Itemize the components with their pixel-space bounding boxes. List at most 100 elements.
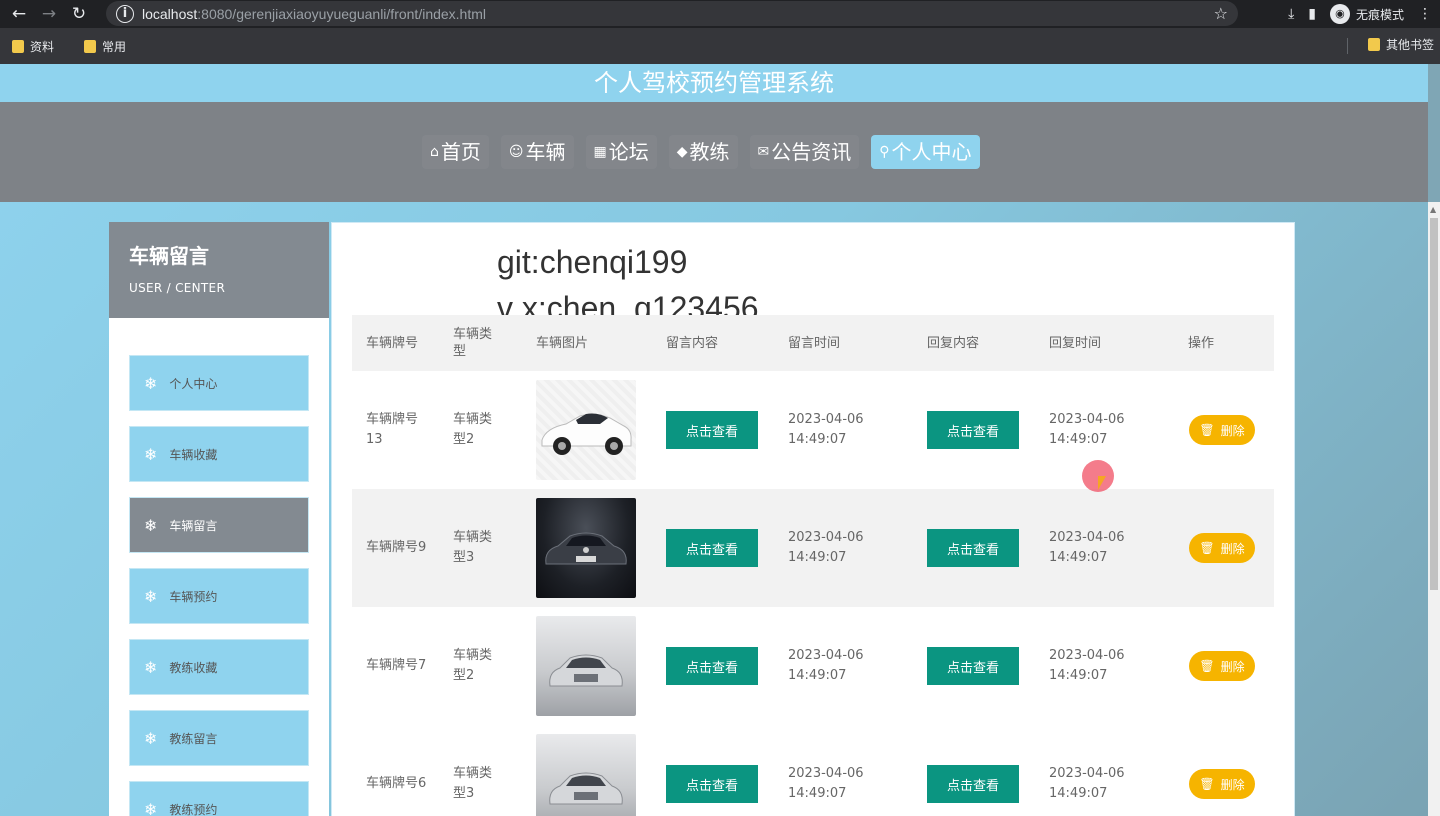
car-icon: ☺ — [508, 144, 524, 160]
type-cell: 车辆类型2 — [453, 648, 493, 683]
sidebar-title: 车辆留言 — [129, 244, 209, 268]
sidebar-item-label: 车辆收藏 — [169, 447, 218, 462]
snowflake-icon: ❄ — [144, 373, 158, 393]
delete-button[interactable]: 🗑 删除 — [1189, 415, 1255, 445]
reply-time-cell: 2023-04-06 14:49:07 — [1049, 530, 1125, 565]
sidebar-item-car-favorites[interactable]: ❄ 车辆收藏 — [129, 426, 309, 482]
nav-label: 首页 — [440, 140, 481, 164]
delete-button[interactable]: 🗑 删除 — [1189, 651, 1255, 681]
message-time-cell: 2023-04-06 14:49:07 — [788, 648, 864, 683]
trash-icon: 🗑 — [1199, 541, 1215, 555]
column-header: 留言内容 — [666, 335, 719, 351]
snowflake-icon: ❄ — [144, 444, 158, 464]
bookmarks-divider — [1347, 38, 1348, 54]
sidebar-item-coach-booking[interactable]: ❄ 教练预约 — [129, 781, 309, 816]
scroll-up-icon[interactable]: ▲ — [1430, 205, 1436, 214]
delete-button[interactable]: 🗑 删除 — [1189, 769, 1255, 799]
sidebar-item-car-messages[interactable]: ❄ 车辆留言 — [129, 497, 309, 553]
nav-user-center[interactable]: ⚲ 个人中心 — [871, 135, 980, 169]
reply-time-cell: 2023-04-06 14:49:07 — [1049, 766, 1125, 801]
sidebar-item-label: 教练留言 — [169, 731, 218, 746]
plate-cell: 车辆牌号6 — [366, 776, 427, 791]
folder-icon — [84, 39, 97, 53]
sidebar-item-coach-messages[interactable]: ❄ 教练留言 — [129, 710, 309, 766]
bookmark-star-icon[interactable]: ☆ — [1214, 4, 1228, 23]
user-icon: ⚲ — [879, 144, 890, 160]
sidebar-item-label: 教练预约 — [169, 802, 218, 816]
trash-icon: 🗑 — [1199, 777, 1215, 791]
snowflake-icon: ❄ — [144, 799, 158, 816]
plate-cell: 车辆牌号9 — [366, 540, 427, 555]
sidebar-header: 车辆留言 USER / CENTER — [109, 222, 329, 318]
view-reply-button[interactable]: 点击查看 — [927, 529, 1019, 567]
download-icon[interactable]: ⤓ — [1288, 6, 1294, 22]
sidepanel-icon[interactable]: ▮ — [1308, 6, 1316, 22]
snowflake-icon: ❄ — [144, 515, 158, 535]
bookmark-folder-ziliao[interactable]: 资料 — [12, 38, 54, 55]
sidebar-item-label: 教练收藏 — [169, 660, 218, 675]
type-cell: 车辆类型2 — [453, 412, 493, 447]
plate-cell: 车辆牌号7 — [366, 658, 427, 673]
nav-car[interactable]: ☺ 车辆 — [500, 135, 574, 169]
nav-coach[interactable]: ◆ 教练 — [668, 135, 738, 169]
reload-icon[interactable]: ↻ — [68, 4, 90, 24]
view-reply-button[interactable]: 点击查看 — [927, 411, 1019, 449]
view-message-button[interactable]: 点击查看 — [666, 411, 758, 449]
view-message-button[interactable]: 点击查看 — [666, 765, 758, 803]
site-title: 个人驾校预约管理系统 — [0, 64, 1428, 102]
scrollbar-thumb[interactable] — [1430, 218, 1438, 590]
column-header: 车辆牌号 — [366, 335, 419, 351]
delete-label: 删除 — [1220, 659, 1245, 674]
delete-label: 删除 — [1220, 541, 1245, 556]
sidebar-item-coach-favorites[interactable]: ❄ 教练收藏 — [129, 639, 309, 695]
delete-button[interactable]: 🗑 删除 — [1189, 533, 1255, 563]
car-illustration — [545, 532, 627, 565]
nav-forum[interactable]: ▦ 论坛 — [585, 135, 657, 169]
view-reply-button[interactable]: 点击查看 — [927, 647, 1019, 685]
sidebar: 车辆留言 USER / CENTER ❄ 个人中心 ❄ 车辆收藏 ❄ 车辆留言 ❄ 车辆… — [109, 222, 329, 816]
folder-icon — [12, 39, 24, 53]
address-bar[interactable]: i localhost:8080/gerenjiaxiaoyuyueguanli… — [106, 1, 1238, 26]
sidebar-item-label: 车辆预约 — [169, 589, 218, 604]
page-scrollbar[interactable]: ▲ — [1428, 202, 1440, 816]
view-message-button[interactable]: 点击查看 — [666, 647, 758, 685]
other-bookmarks[interactable]: 其他书签 — [1367, 36, 1434, 53]
menu-kebab-icon[interactable]: ⋮ — [1418, 6, 1432, 22]
site-info-icon[interactable]: i — [116, 4, 134, 23]
column-header: 留言时间 — [788, 335, 841, 351]
car-illustration — [549, 772, 623, 805]
trash-icon: 🗑 — [1199, 659, 1215, 673]
forward-icon[interactable]: → — [38, 4, 60, 24]
sidebar-subtitle: USER / CENTER — [129, 281, 226, 295]
reply-time-cell: 2023-04-06 14:49:07 — [1049, 648, 1125, 683]
sidebar-item-car-booking[interactable]: ❄ 车辆预约 — [129, 568, 309, 624]
folder-icon — [1367, 38, 1380, 51]
snowflake-icon: ❄ — [144, 586, 158, 606]
nav-news[interactable]: ✉ 公告资讯 — [749, 135, 860, 169]
url-text[interactable]: localhost:8080/gerenjiaxiaoyuyueguanli/f… — [142, 6, 486, 22]
nav-label: 个人中心 — [891, 140, 972, 164]
sidebar-item-user-center[interactable]: ❄ 个人中心 — [129, 355, 309, 411]
back-icon[interactable]: ← — [8, 4, 30, 24]
watermark-line: git:chenqi199 — [497, 244, 688, 280]
column-header: 回复时间 — [1049, 335, 1102, 351]
type-cell: 车辆类型3 — [453, 530, 493, 565]
table-header: 车辆牌号 车辆类型 车辆图片 留言内容 留言时间 回复内容 回复时间 操作 — [352, 315, 1274, 371]
view-reply-button[interactable]: 点击查看 — [927, 765, 1019, 803]
delete-label: 删除 — [1220, 777, 1245, 792]
other-bookmarks-label: 其他书签 — [1385, 38, 1434, 52]
bookmark-folder-changyong[interactable]: 常用 — [84, 38, 126, 55]
car-illustration — [549, 654, 623, 687]
delete-label: 删除 — [1220, 423, 1245, 438]
incognito-indicator[interactable]: ◉ 无痕模式 — [1329, 4, 1404, 24]
url-path: :8080/gerenjiaxiaoyuyueguanli/front/inde… — [197, 5, 487, 22]
table-row: 车辆牌号13 车辆类型2 点击查看 2023-04-06 14:49:07 点击… — [352, 371, 1274, 489]
car-image — [536, 616, 636, 716]
message-time-cell: 2023-04-06 14:49:07 — [788, 766, 864, 801]
mail-icon: ✉ — [757, 144, 770, 160]
bookmark-label: 资料 — [30, 39, 55, 54]
browser-toolbar: ← → ↻ i localhost:8080/gerenjiaxiaoyuyue… — [0, 0, 1440, 28]
message-time-cell: 2023-04-06 14:49:07 — [788, 412, 864, 447]
nav-home[interactable]: ⌂ 首页 — [422, 135, 489, 169]
view-message-button[interactable]: 点击查看 — [666, 529, 758, 567]
